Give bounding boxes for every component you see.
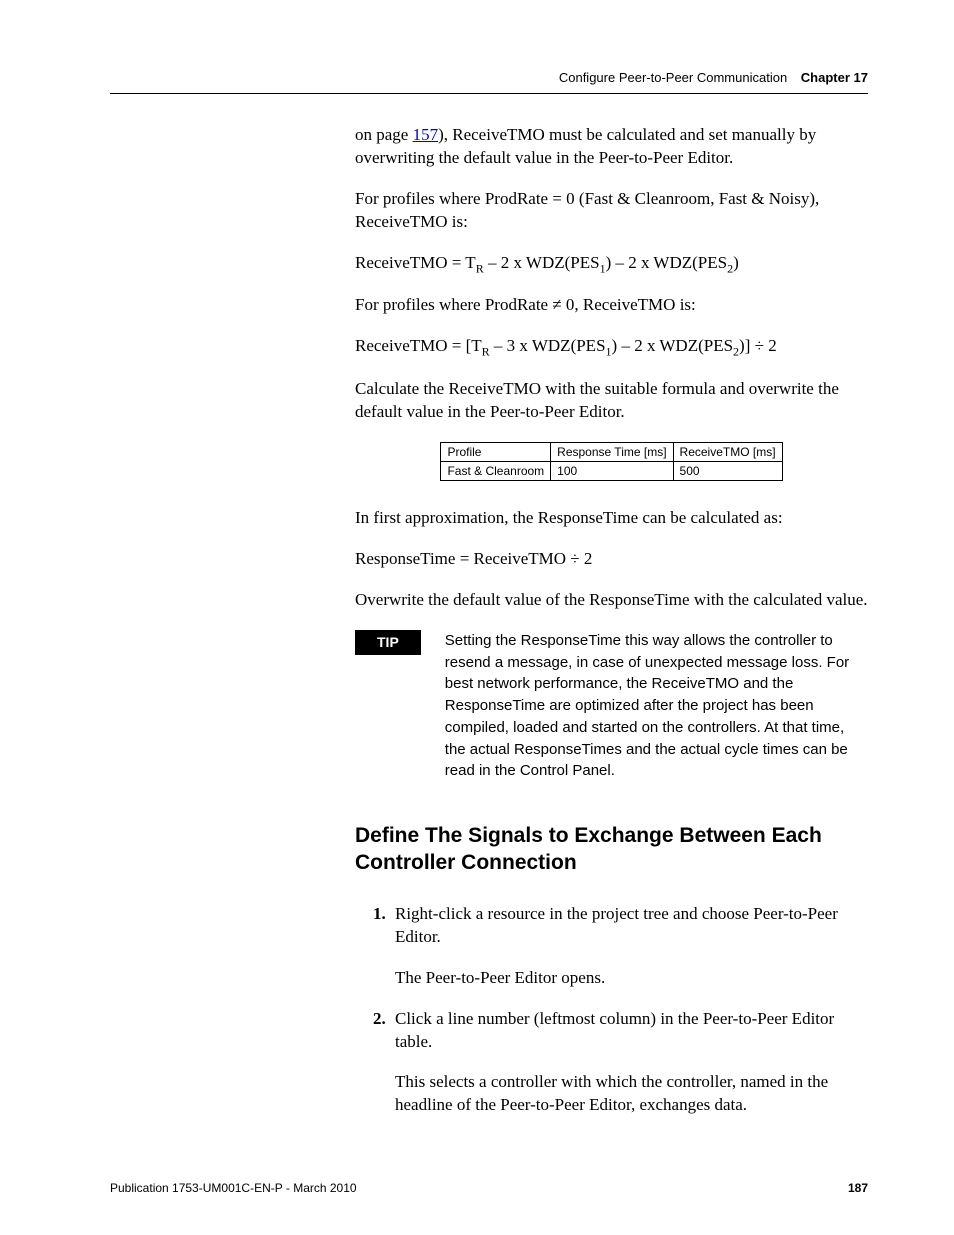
publication-id: Publication 1753-UM001C-EN-P - March 201… (110, 1181, 357, 1195)
step-extra: The Peer-to-Peer Editor opens. (395, 967, 868, 990)
text: ) – 2 x WDZ(PES (606, 253, 728, 272)
table-header-row: Profile Response Time [ms] ReceiveTMO [m… (441, 442, 782, 461)
step-number: 1. (373, 903, 386, 926)
table-cell: Fast & Cleanroom (441, 461, 551, 480)
step-number: 2. (373, 1008, 386, 1031)
table-header: ReceiveTMO [ms] (673, 442, 782, 461)
header-breadcrumb: Configure Peer-to-Peer Communication (559, 70, 787, 85)
profile-table: Profile Response Time [ms] ReceiveTMO [m… (440, 442, 782, 481)
text: ReceiveTMO = [T (355, 336, 482, 355)
list-item: 2. Click a line number (leftmost column)… (373, 1008, 868, 1118)
paragraph: In first approximation, the ResponseTime… (355, 507, 868, 530)
text: on page (355, 125, 413, 144)
paragraph-intro: on page 157), ReceiveTMO must be calcula… (355, 124, 868, 170)
paragraph: For profiles where ProdRate ≠ 0, Receive… (355, 294, 868, 317)
tip-block: TIP Setting the ResponseTime this way al… (355, 630, 868, 782)
formula-receivetmo-nonzero: ReceiveTMO = [TR – 3 x WDZ(PES1) – 2 x W… (355, 335, 868, 360)
step-text: Click a line number (leftmost column) in… (395, 1009, 834, 1051)
main-content: on page 157), ReceiveTMO must be calcula… (355, 124, 868, 1117)
page-header: Configure Peer-to-Peer Communication Cha… (110, 70, 868, 85)
table-header: Profile (441, 442, 551, 461)
tip-badge: TIP (355, 630, 421, 655)
step-extra: This selects a controller with which the… (395, 1071, 868, 1117)
tip-text: Setting the ResponseTime this way allows… (445, 630, 868, 782)
text: )] ÷ 2 (739, 336, 777, 355)
text: – 2 x WDZ(PES (484, 253, 600, 272)
table-cell: 100 (551, 461, 673, 480)
header-rule (110, 93, 868, 94)
text: – 3 x WDZ(PES (490, 336, 606, 355)
table-cell: 500 (673, 461, 782, 480)
subscript: R (476, 261, 484, 275)
text: ReceiveTMO = T (355, 253, 476, 272)
text: ) (733, 253, 739, 272)
page-link-157[interactable]: 157 (413, 125, 439, 144)
page-number: 187 (848, 1181, 868, 1195)
section-heading: Define The Signals to Exchange Between E… (355, 822, 868, 877)
text: ) – 2 x WDZ(PES (612, 336, 734, 355)
header-chapter: Chapter 17 (801, 70, 868, 85)
paragraph: For profiles where ProdRate = 0 (Fast & … (355, 188, 868, 234)
step-text: Right-click a resource in the project tr… (395, 904, 838, 946)
table-header: Response Time [ms] (551, 442, 673, 461)
paragraph: Overwrite the default value of the Respo… (355, 589, 868, 612)
steps-list: 1. Right-click a resource in the project… (373, 903, 868, 1118)
list-item: 1. Right-click a resource in the project… (373, 903, 868, 990)
formula-responsetime: ResponseTime = ReceiveTMO ÷ 2 (355, 548, 868, 571)
formula-receivetmo-zero: ReceiveTMO = TR – 2 x WDZ(PES1) – 2 x WD… (355, 252, 868, 277)
paragraph: Calculate the ReceiveTMO with the suitab… (355, 378, 868, 424)
page-footer: Publication 1753-UM001C-EN-P - March 201… (110, 1181, 868, 1195)
subscript: R (482, 345, 490, 359)
table-row: Fast & Cleanroom 100 500 (441, 461, 782, 480)
